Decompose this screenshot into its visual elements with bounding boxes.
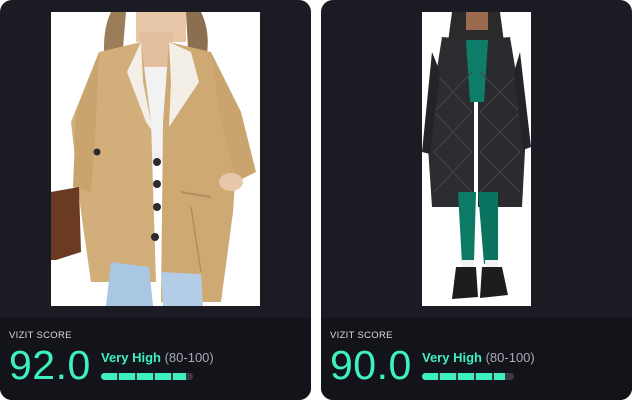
coat-photo-icon (422, 12, 531, 306)
score-bar-segment (458, 373, 474, 380)
score-bar-segment (494, 373, 505, 380)
coat-photo-icon (51, 12, 260, 306)
score-bar-segment (119, 373, 135, 380)
rating-row: Very High (80-100) (101, 350, 214, 365)
score-label: VIZIT SCORE (9, 330, 72, 341)
score-bar (422, 373, 514, 380)
product-card-2[interactable]: VIZIT SCORE 90.0 Very High (80-100) (321, 0, 632, 400)
score-bar-segment (173, 373, 186, 380)
score-bar-segment (440, 373, 456, 380)
score-bar-segment (101, 373, 117, 380)
product-image-1[interactable] (51, 12, 260, 306)
score-bar-segment (137, 373, 153, 380)
rating-range: (80-100) (485, 350, 535, 365)
product-image-2[interactable] (422, 12, 531, 306)
score-bar (101, 373, 193, 380)
rating-range: (80-100) (164, 350, 214, 365)
score-value: 92.0 (9, 342, 91, 388)
rating-word: Very High (101, 350, 161, 365)
rating-row: Very High (80-100) (422, 350, 535, 365)
score-value: 90.0 (330, 342, 412, 388)
score-bar-segment (476, 373, 492, 380)
score-bar-segment (155, 373, 171, 380)
product-card-1[interactable]: VIZIT SCORE 92.0 Very High (80-100) (0, 0, 311, 400)
score-label: VIZIT SCORE (330, 330, 393, 341)
rating-word: Very High (422, 350, 482, 365)
score-bar-segment (422, 373, 438, 380)
